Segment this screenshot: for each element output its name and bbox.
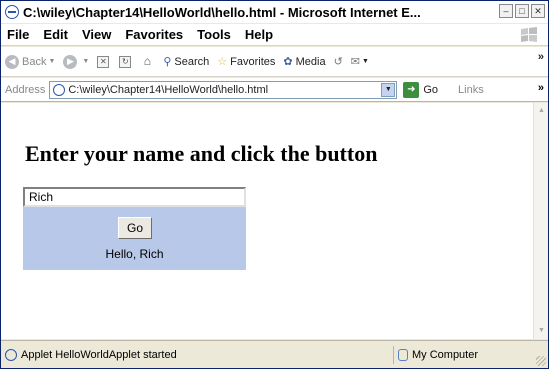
status-bar: Applet HelloWorldApplet started My Compu… [1,340,548,368]
address-input[interactable]: C:\wiley\Chapter14\HelloWorld\hello.html… [49,80,398,99]
stop-icon: ✕ [97,55,110,68]
search-label: Search [174,55,210,68]
stop-button[interactable]: ✕ [97,55,111,68]
title-bar[interactable]: C:\wiley\Chapter14\HelloWorld\hello.html… [1,1,548,23]
applet-go-button[interactable]: Go [118,217,152,239]
resize-grip[interactable] [536,356,546,366]
page-status-icon [5,348,17,361]
security-zone: My Computer [412,348,479,361]
back-dropdown-icon[interactable]: ▼ [48,58,55,65]
go-label: Go [423,83,439,96]
page-icon [53,83,66,96]
home-button[interactable]: ⌂ [141,53,155,68]
ie-logo-icon [5,5,19,19]
mail-icon: ✉ [350,56,361,68]
favorites-button[interactable]: ☆ Favorites [217,55,276,69]
go-button[interactable]: ➜ Go [403,81,439,98]
scroll-down-icon[interactable]: ▼ [535,324,548,338]
menu-bar: File Edit View Favorites Tools Help [1,24,548,46]
close-button[interactable]: ✕ [531,4,545,18]
back-button[interactable]: ◀ Back ▼ [5,54,55,69]
windows-flag-icon [521,27,537,42]
menu-tools[interactable]: Tools [197,27,231,42]
mail-button[interactable]: ✉ ▼ [351,55,369,68]
menu-file[interactable]: File [7,27,29,42]
menu-favorites[interactable]: Favorites [125,27,183,42]
vertical-scrollbar[interactable]: ▲ ▼ [533,103,548,339]
go-arrow-icon: ➜ [403,81,420,98]
window-controls: – □ ✕ [499,4,545,18]
scroll-up-icon[interactable]: ▲ [535,104,548,118]
menu-view[interactable]: View [82,27,111,42]
history-button[interactable]: ↺ [334,55,343,68]
links-button[interactable]: Links [458,84,484,96]
name-input[interactable]: Rich [23,187,246,207]
toolbar: ◀ Back ▼ ▶ ▼ ✕ ↻ ⌂ ⚲ Search ☆ Favorites … [1,47,548,77]
menu-edit[interactable]: Edit [43,27,68,42]
page-content: Enter your name and click the button Ric… [1,103,533,339]
browser-window: C:\wiley\Chapter14\HelloWorld\hello.html… [0,0,549,369]
address-url[interactable]: C:\wiley\Chapter14\HelloWorld\hello.html [68,84,268,96]
minimize-button[interactable]: – [499,4,513,18]
greeting-message: Hello, Rich [105,247,164,261]
my-computer-icon [398,348,408,361]
status-text: Applet HelloWorldApplet started [21,348,177,361]
address-bar: Address C:\wiley\Chapter14\HelloWorld\he… [1,78,548,102]
links-overflow-chevron[interactable]: » [538,82,544,94]
home-icon: ⌂ [143,53,151,68]
media-label: Media [295,55,326,68]
toolbar-overflow-chevron[interactable]: » [538,51,544,63]
maximize-button[interactable]: □ [515,4,529,18]
search-icon: ⚲ [163,56,172,68]
hello-world-applet: Rich Go Hello, Rich [23,187,246,270]
forward-dropdown-icon[interactable]: ▼ [82,58,89,65]
window-title: C:\wiley\Chapter14\HelloWorld\hello.html… [23,4,421,20]
mail-dropdown-icon[interactable]: ▼ [362,58,369,65]
refresh-icon: ↻ [119,55,132,68]
history-icon: ↺ [333,56,343,68]
back-arrow-icon: ◀ [5,54,19,69]
star-icon: ☆ [217,56,228,68]
media-button[interactable]: ✿ Media [283,55,326,69]
search-button[interactable]: ⚲ Search [163,55,210,69]
back-label: Back [22,55,47,68]
page-heading: Enter your name and click the button [25,141,378,166]
forward-arrow-icon: ▶ [63,54,78,69]
forward-button[interactable]: ▶ ▼ [63,54,89,69]
refresh-button[interactable]: ↻ [119,55,133,68]
address-dropdown-icon[interactable]: ▼ [381,82,396,97]
menu-help[interactable]: Help [245,27,273,42]
status-divider [393,345,394,364]
address-label: Address [5,83,46,96]
favorites-label: Favorites [230,55,276,68]
media-icon: ✿ [283,56,293,68]
